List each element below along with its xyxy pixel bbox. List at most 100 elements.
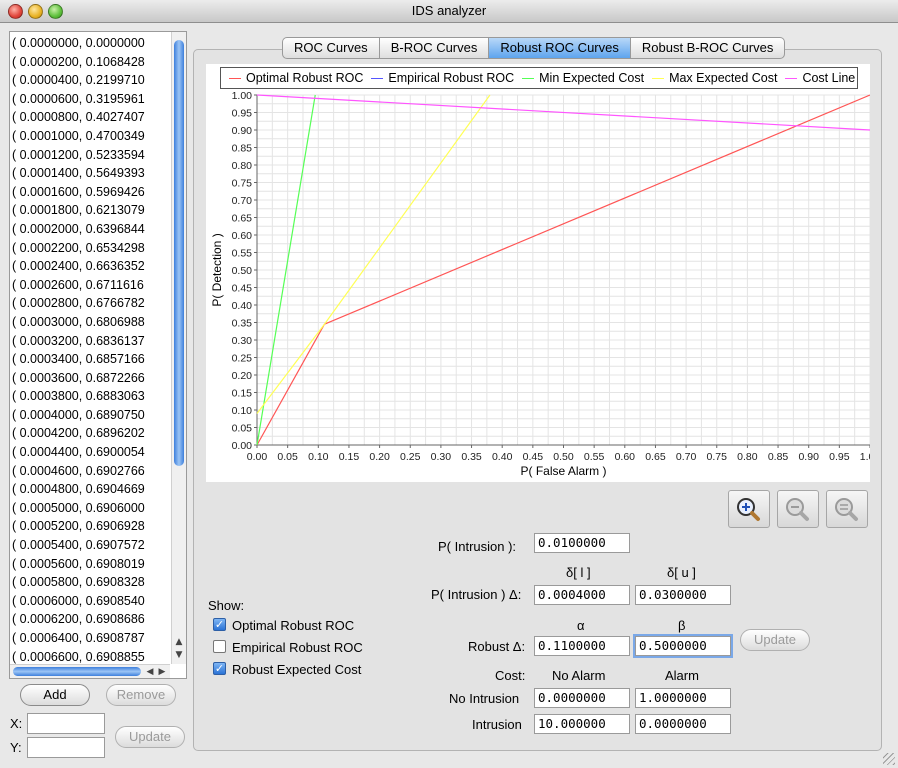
list-item[interactable]: ( 0.0004000, 0.6890750 (12, 406, 170, 425)
list-item[interactable]: ( 0.0003200, 0.6836137 (12, 332, 170, 351)
points-list[interactable]: ( 0.0000000, 0.0000000( 0.0000200, 0.106… (9, 31, 187, 679)
list-item[interactable]: ( 0.0001200, 0.5233594 (12, 146, 170, 165)
legend-label: Empirical Robust ROC (388, 71, 515, 85)
list-item[interactable]: ( 0.0005600, 0.6908019 (12, 555, 170, 574)
list-item[interactable]: ( 0.0002800, 0.6766782 (12, 294, 170, 313)
y-tick-label: 1.00 (232, 90, 253, 102)
list-item[interactable]: ( 0.0005000, 0.6906000 (12, 499, 170, 518)
chart-legend: Optimal Robust ROC Empirical Robust ROC Mi… (220, 67, 858, 89)
optimal-robust-roc-label[interactable]: Optimal Robust ROC (232, 618, 354, 633)
y-tick-label: 0.25 (232, 353, 253, 365)
list-item[interactable]: ( 0.0004400, 0.6900054 (12, 443, 170, 462)
list-item[interactable]: ( 0.0006200, 0.6908686 (12, 610, 170, 629)
alpha-input[interactable]: 0.1100000 (534, 636, 630, 656)
list-vertical-scrollbar[interactable]: ▲ ▼ (171, 32, 186, 664)
zoom-out-button[interactable] (777, 490, 819, 528)
scroll-right-arrow-icon[interactable]: ▶ (156, 666, 168, 678)
cost-no-intrusion-alarm-input[interactable]: 1.0000000 (635, 688, 731, 708)
list-item[interactable]: ( 0.0000600, 0.3195961 (12, 90, 170, 109)
list-item[interactable]: ( 0.0000000, 0.0000000 (12, 34, 170, 53)
list-item[interactable]: ( 0.0003600, 0.6872266 (12, 369, 170, 388)
tab-robust-roc-curves[interactable]: Robust ROC Curves (488, 37, 630, 59)
list-item[interactable]: ( 0.0001800, 0.6213079 (12, 201, 170, 220)
legend-swatch (785, 77, 798, 79)
legend-item: Optimal Robust ROC (229, 71, 363, 85)
empirical-robust-roc-label[interactable]: Empirical Robust ROC (232, 640, 363, 655)
list-item[interactable]: ( 0.0001000, 0.4700349 (12, 127, 170, 146)
x-tick-label: 0.20 (369, 451, 390, 463)
zoom-in-button[interactable] (728, 490, 770, 528)
tab-robust-b-roc-curves[interactable]: Robust B-ROC Curves (629, 37, 786, 59)
remove-button[interactable]: Remove (106, 684, 176, 706)
robust-expected-cost-label[interactable]: Robust Expected Cost (232, 662, 361, 677)
x-tick-label: 1.00 (860, 451, 870, 463)
delta-l-input[interactable]: 0.0004000 (534, 585, 630, 605)
cost-label: Cost: (495, 668, 526, 683)
legend-item: Empirical Robust ROC (371, 71, 514, 85)
scroll-left-arrow-icon[interactable]: ◀ (144, 666, 156, 678)
list-item[interactable]: ( 0.0003800, 0.6883063 (12, 387, 170, 406)
legend-label: Min Expected Cost (539, 71, 645, 85)
list-item[interactable]: ( 0.0000800, 0.4027407 (12, 108, 170, 127)
empirical-robust-roc-checkbox[interactable] (213, 640, 226, 653)
list-item[interactable]: ( 0.0001400, 0.5649393 (12, 164, 170, 183)
list-item[interactable]: ( 0.0002600, 0.6711616 (12, 276, 170, 295)
window-resize-grip[interactable] (883, 753, 895, 765)
horizontal-scroll-thumb[interactable] (13, 667, 141, 676)
list-item[interactable]: ( 0.0004600, 0.6902766 (12, 462, 170, 481)
series-line-max-expected-cost (256, 94, 491, 414)
list-item[interactable]: ( 0.0002400, 0.6636352 (12, 257, 170, 276)
beta-input[interactable]: 0.5000000 (635, 636, 731, 656)
y-input[interactable] (27, 737, 105, 758)
x-tick-label: 0.05 (277, 451, 298, 463)
x-tick-label: 0.10 (308, 451, 329, 463)
tab-roc-curves[interactable]: ROC Curves (282, 37, 379, 59)
cost-no-intrusion-no-alarm-input[interactable]: 0.0000000 (534, 688, 630, 708)
p-intrusion-label: P( Intrusion ): (438, 539, 517, 554)
list-item[interactable]: ( 0.0002200, 0.6534298 (12, 239, 170, 258)
params-update-button[interactable]: Update (740, 629, 810, 651)
list-item[interactable]: ( 0.0004200, 0.6896202 (12, 424, 170, 443)
x-input[interactable] (27, 713, 105, 734)
list-item[interactable]: ( 0.0000400, 0.2199710 (12, 71, 170, 90)
list-item[interactable]: ( 0.0003400, 0.6857166 (12, 350, 170, 369)
list-item[interactable]: ( 0.0003000, 0.6806988 (12, 313, 170, 332)
delta-u-header: δ[ u ] (667, 565, 696, 580)
list-item[interactable]: ( 0.0000200, 0.1068428 (12, 53, 170, 72)
list-item[interactable]: ( 0.0001600, 0.5969426 (12, 183, 170, 202)
scroll-down-arrow-icon[interactable]: ▼ (173, 649, 185, 661)
y-axis-label: P( Detection ) (210, 233, 224, 306)
vertical-scroll-thumb[interactable] (174, 40, 184, 466)
add-button[interactable]: Add (20, 684, 90, 706)
y-tick-label: 0.15 (232, 388, 253, 400)
list-item[interactable]: ( 0.0002000, 0.6396844 (12, 220, 170, 239)
list-item[interactable]: ( 0.0006400, 0.6908787 (12, 629, 170, 648)
zoom-in-icon (737, 498, 760, 521)
cost-intrusion-alarm-input[interactable]: 0.0000000 (635, 714, 731, 734)
cost-intrusion-no-alarm-input[interactable]: 10.000000 (534, 714, 630, 734)
list-item[interactable]: ( 0.0006000, 0.6908540 (12, 592, 170, 611)
optimal-robust-roc-checkbox[interactable]: ✓ (213, 618, 226, 631)
list-item[interactable]: ( 0.0005400, 0.6907572 (12, 536, 170, 555)
x-axis-label: P( False Alarm ) (520, 464, 606, 478)
x-tick-label: 0.70 (676, 451, 697, 463)
list-item[interactable]: ( 0.0004800, 0.6904669 (12, 480, 170, 499)
window-title: IDS analyzer (411, 3, 487, 18)
y-tick-label: 0.80 (232, 160, 253, 172)
tab-b-roc-curves[interactable]: B-ROC Curves (378, 37, 489, 59)
list-item[interactable]: ( 0.0005200, 0.6906928 (12, 517, 170, 536)
robust-expected-cost-checkbox[interactable]: ✓ (213, 662, 226, 675)
list-item[interactable]: ( 0.0006600, 0.6908855 (12, 648, 170, 664)
list-item[interactable]: ( 0.0005800, 0.6908328 (12, 573, 170, 592)
x-tick-label: 0.00 (247, 451, 268, 463)
zoom-reset-button[interactable] (826, 490, 868, 528)
y-tick-label: 0.30 (232, 335, 253, 347)
title-bar: IDS analyzer (0, 0, 898, 23)
list-horizontal-scrollbar[interactable]: ◀ ▶ (10, 664, 170, 678)
legend-item: Min Expected Cost (522, 71, 644, 85)
delta-u-input[interactable]: 0.0300000 (635, 585, 731, 605)
point-update-button[interactable]: Update (115, 726, 185, 748)
p-intrusion-input[interactable]: 0.0100000 (534, 533, 630, 553)
y-tick-label: 0.05 (232, 423, 253, 435)
scroll-up-arrow-icon[interactable]: ▲ (173, 636, 185, 648)
